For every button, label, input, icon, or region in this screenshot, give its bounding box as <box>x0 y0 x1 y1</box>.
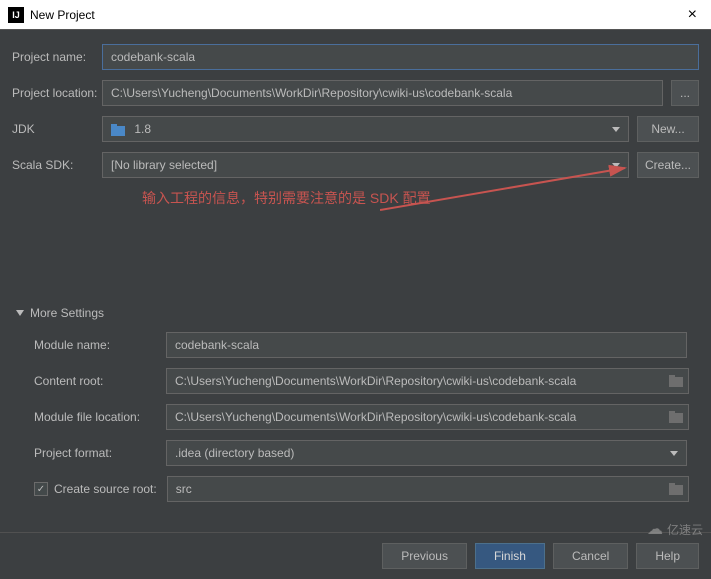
watermark-text: 亿速云 <box>667 521 703 538</box>
watermark: ☁ 亿速云 <box>647 519 703 539</box>
scala-sdk-create-button[interactable]: Create... <box>637 152 699 178</box>
project-format-label: Project format: <box>34 446 166 460</box>
project-location-browse-button[interactable]: ... <box>671 80 699 106</box>
cloud-icon: ☁ <box>647 519 663 539</box>
triangle-down-icon <box>16 310 24 316</box>
more-settings-label: More Settings <box>30 306 104 320</box>
folder-icon <box>111 124 125 136</box>
cancel-button[interactable]: Cancel <box>553 543 628 569</box>
source-root-browse-icon[interactable] <box>665 478 687 500</box>
project-location-label: Project location: <box>12 86 102 100</box>
check-icon: ✓ <box>37 484 45 495</box>
help-button[interactable]: Help <box>636 543 699 569</box>
module-name-label: Module name: <box>34 338 166 352</box>
jdk-label: JDK <box>12 122 102 136</box>
source-root-input[interactable] <box>167 476 689 502</box>
module-file-location-browse-icon[interactable] <box>665 406 687 428</box>
chevron-down-icon <box>612 127 620 132</box>
content-root-browse-icon[interactable] <box>665 370 687 392</box>
more-settings-panel: Module name: Content root: Module file l… <box>12 332 699 502</box>
button-bar: Previous Finish Cancel Help <box>0 543 711 579</box>
scala-sdk-value: [No library selected] <box>111 158 217 172</box>
project-location-input[interactable] <box>102 80 663 106</box>
create-source-root-checkbox[interactable]: ✓ <box>34 482 48 496</box>
project-format-select[interactable]: .idea (directory based) <box>166 440 687 466</box>
module-file-location-label: Module file location: <box>34 410 166 424</box>
annotation-text: 输入工程的信息，特别需要注意的是 SDK 配置 <box>12 188 699 208</box>
previous-button[interactable]: Previous <box>382 543 467 569</box>
project-format-value: .idea (directory based) <box>175 446 294 460</box>
create-source-root-label: Create source root: <box>54 482 157 496</box>
app-icon: IJ <box>8 7 24 23</box>
scala-sdk-select[interactable]: [No library selected] <box>102 152 629 178</box>
jdk-new-button[interactable]: New... <box>637 116 699 142</box>
scala-sdk-label: Scala SDK: <box>12 158 102 172</box>
finish-button[interactable]: Finish <box>475 543 545 569</box>
project-name-input[interactable] <box>102 44 699 70</box>
more-settings-toggle[interactable]: More Settings <box>16 306 699 320</box>
content-root-label: Content root: <box>34 374 166 388</box>
module-name-input[interactable] <box>166 332 687 358</box>
chevron-down-icon <box>670 451 678 456</box>
jdk-value: 1.8 <box>134 122 151 136</box>
close-icon[interactable]: × <box>682 6 703 24</box>
window-title: New Project <box>30 8 95 22</box>
content-root-input[interactable] <box>166 368 689 394</box>
jdk-select[interactable]: 1.8 <box>102 116 629 142</box>
separator <box>0 532 711 533</box>
chevron-down-icon <box>612 163 620 168</box>
module-file-location-input[interactable] <box>166 404 689 430</box>
main-form: Project name: Project location: ... JDK … <box>0 30 711 520</box>
titlebar: IJ New Project × <box>0 0 711 30</box>
project-name-label: Project name: <box>12 50 102 64</box>
